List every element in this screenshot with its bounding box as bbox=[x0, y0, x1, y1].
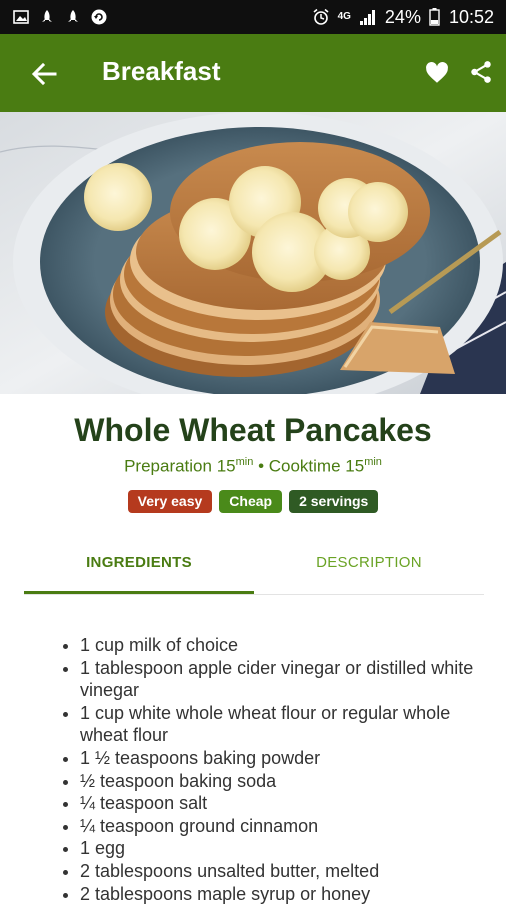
back-button[interactable] bbox=[30, 60, 58, 88]
list-item: 1 egg bbox=[80, 837, 500, 860]
list-item: 1 cup milk of choice bbox=[80, 634, 500, 657]
battery-percent: 24% bbox=[384, 6, 421, 27]
list-item: ½ teaspoon baking soda bbox=[80, 770, 500, 793]
list-item: 1 ½ teaspoons baking powder bbox=[80, 747, 500, 770]
list-item: 1 cup white whole wheat flour or regular… bbox=[80, 702, 500, 747]
recipe-title: Whole Wheat Pancakes bbox=[74, 412, 432, 448]
favorite-button[interactable] bbox=[424, 60, 450, 86]
tab-bar: INGREDIENTS DESCRIPTION bbox=[24, 540, 484, 595]
cook-time-unit: min bbox=[364, 456, 382, 468]
network-type-icon: 4G bbox=[337, 11, 351, 22]
list-item: ¼ teaspoon ground cinnamon bbox=[80, 815, 500, 838]
alarm-icon bbox=[312, 8, 330, 26]
recipe-times: Preparation 15min • Cooktime 15min bbox=[0, 456, 506, 477]
cook-time: Cooktime 15 bbox=[268, 456, 365, 476]
status-bar-right: 4G 24% 10:52 bbox=[312, 7, 494, 28]
prep-time: Preparation 15 bbox=[124, 456, 236, 476]
share-button[interactable] bbox=[468, 59, 494, 85]
prep-time-unit: min bbox=[235, 456, 254, 468]
list-item: 1 tablespoon apple cider vinegar or dist… bbox=[80, 657, 500, 702]
list-item: ¼ teaspoon salt bbox=[80, 792, 500, 815]
heart-icon bbox=[426, 62, 448, 83]
tab-description[interactable]: DESCRIPTION bbox=[254, 540, 484, 594]
signal-icon bbox=[359, 8, 377, 26]
status-bar-left bbox=[12, 8, 108, 26]
recipe-badges: Very easy Cheap 2 servings bbox=[0, 490, 506, 513]
tab-ingredients[interactable]: INGREDIENTS bbox=[24, 540, 254, 594]
list-item: 2 tablespoons maple syrup or honey bbox=[80, 883, 500, 905]
ingredients-list: 1 cup milk of choice 1 tablespoon apple … bbox=[56, 634, 500, 905]
meta-separator: • bbox=[253, 456, 269, 476]
recipe-photo bbox=[0, 112, 506, 394]
rocket-icon bbox=[38, 8, 56, 26]
cost-badge: Cheap bbox=[219, 490, 283, 513]
page-title: Breakfast bbox=[102, 56, 221, 86]
list-item: 2 tablespoons unsalted butter, melted bbox=[80, 860, 500, 883]
rocket-icon bbox=[64, 8, 82, 26]
app-bar: Breakfast bbox=[0, 34, 506, 112]
servings-badge: 2 servings bbox=[289, 490, 379, 513]
clock: 10:52 bbox=[448, 6, 494, 27]
difficulty-badge: Very easy bbox=[127, 490, 213, 513]
share-icon bbox=[471, 61, 491, 83]
arrow-left-icon bbox=[31, 62, 57, 86]
image-icon bbox=[12, 8, 30, 26]
status-bar: 4G 24% 10:52 bbox=[0, 0, 506, 34]
sync-icon bbox=[90, 8, 108, 26]
battery-icon bbox=[429, 8, 441, 26]
